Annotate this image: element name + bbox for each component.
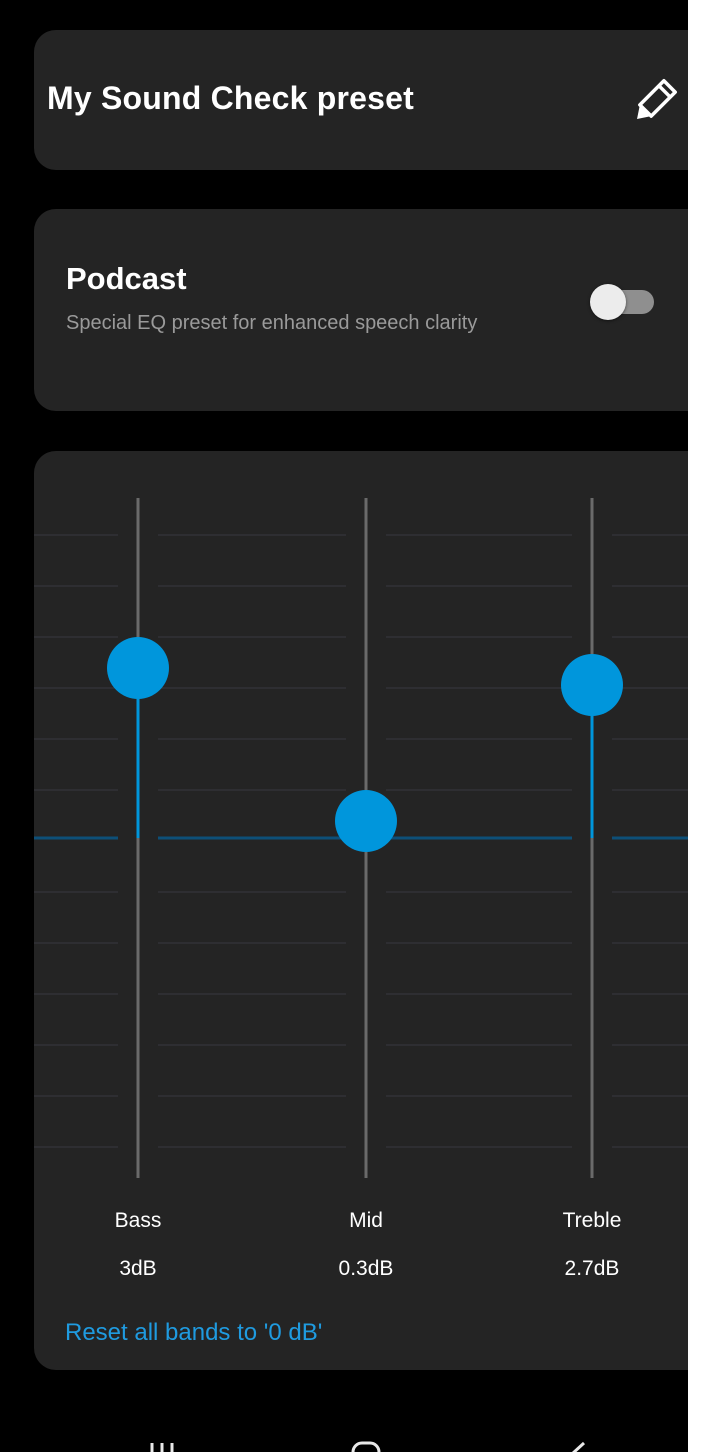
pencil-icon[interactable]: [626, 74, 682, 130]
toggle-knob: [590, 284, 626, 320]
podcast-card: Podcast Special EQ preset for enhanced s…: [34, 209, 688, 411]
podcast-toggle[interactable]: [590, 284, 654, 320]
app-screen: My Sound Check preset Podcast Special EQ…: [0, 0, 688, 1452]
home-icon[interactable]: [351, 1441, 381, 1452]
band-value-mid: 0.3dB: [338, 1257, 394, 1280]
preset-card: My Sound Check preset: [34, 30, 688, 170]
equalizer-card: Bass 3dB Mid 0.3dB Treble 2.7dB Reset al…: [34, 451, 688, 1370]
band-value-bass: 3dB: [119, 1257, 157, 1280]
band-label-treble: Treble: [562, 1209, 622, 1232]
recent-apps-icon[interactable]: [150, 1443, 174, 1452]
podcast-title: Podcast: [66, 261, 187, 296]
back-icon[interactable]: [571, 1441, 586, 1452]
equalizer-sliders: [34, 498, 688, 1178]
podcast-description: Special EQ preset for enhanced speech cl…: [66, 312, 478, 334]
slider-handle-mid[interactable]: [335, 790, 397, 852]
slider-handle-treble[interactable]: [561, 654, 623, 716]
system-nav-bar: [0, 1410, 688, 1452]
band-label-mid: Mid: [349, 1209, 383, 1232]
reset-bands-link[interactable]: Reset all bands to '0 dB': [65, 1319, 322, 1347]
band-label-bass: Bass: [114, 1209, 162, 1232]
preset-title: My Sound Check preset: [47, 80, 414, 116]
band-value-treble: 2.7dB: [564, 1257, 620, 1280]
slider-handle-bass[interactable]: [107, 637, 169, 699]
